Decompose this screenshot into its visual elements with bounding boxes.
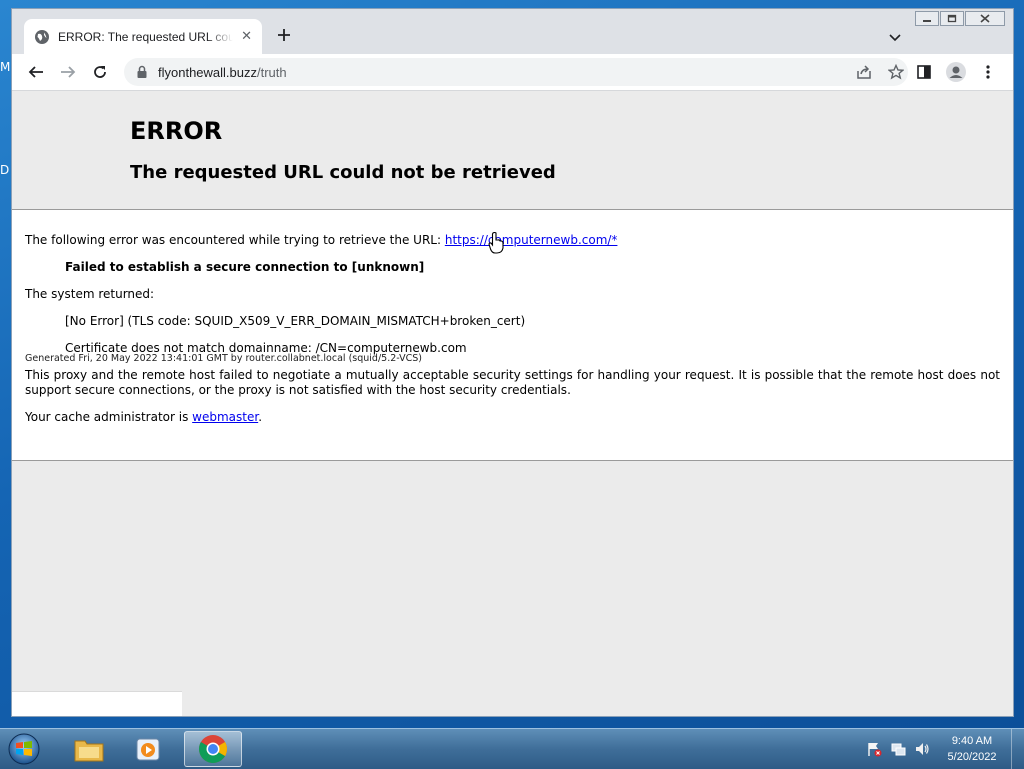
plus-icon xyxy=(278,29,290,41)
restore-icon xyxy=(947,14,957,23)
url-host: flyonthewall.buzz xyxy=(158,64,257,80)
error-page: ERROR The requested URL could not be ret… xyxy=(12,91,1013,716)
admin-prefix: Your cache administrator is xyxy=(25,410,193,424)
restore-button[interactable] xyxy=(940,11,964,26)
chrome-window: ERROR: The requested URL could not be re… xyxy=(11,8,1014,717)
error-content: The following error was encountered whil… xyxy=(12,210,1013,461)
page-title: ERROR xyxy=(130,117,223,145)
taskbar-explorer[interactable] xyxy=(62,731,116,767)
taskbar-chrome[interactable] xyxy=(184,731,242,767)
show-desktop-button[interactable] xyxy=(1011,729,1024,769)
error-title: Failed to establish a secure connection … xyxy=(65,260,425,274)
address-bar[interactable]: flyonthewall.buzz/truth xyxy=(124,58,908,86)
share-icon[interactable] xyxy=(856,64,872,80)
desktop-icon-label[interactable]: M xyxy=(0,60,10,74)
tab-close-icon[interactable]: ✕ xyxy=(241,29,252,44)
profile-button[interactable] xyxy=(946,62,966,82)
side-panel-button[interactable] xyxy=(914,62,934,82)
taskbar: 9:40 AM 5/20/2022 xyxy=(0,728,1024,769)
hand-cursor-icon xyxy=(488,232,504,254)
side-panel-icon xyxy=(917,65,931,79)
action-center-flag-icon[interactable] xyxy=(866,741,882,757)
lock-icon xyxy=(137,65,147,78)
minimize-icon xyxy=(923,19,931,22)
menu-button[interactable] xyxy=(978,62,998,82)
page-subtitle: The requested URL could not be retrieved xyxy=(130,162,556,183)
admin-line: Your cache administrator is webmaster. xyxy=(25,410,262,424)
explanation-text: This proxy and the remote host failed to… xyxy=(25,368,1000,397)
requested-url-link[interactable]: https://computernewb.com/* xyxy=(445,233,618,247)
start-button-icon[interactable] xyxy=(6,732,42,766)
tls-error-text: [No Error] (TLS code: SQUID_X509_V_ERR_D… xyxy=(65,314,526,328)
desktop-icon-label[interactable]: D xyxy=(0,163,9,177)
forward-button[interactable] xyxy=(58,62,78,82)
system-tray xyxy=(866,741,930,757)
tab-search-button[interactable] xyxy=(889,27,901,46)
forward-arrow-icon xyxy=(61,66,76,78)
footer-text: Generated Fri, 20 May 2022 13:41:01 GMT … xyxy=(25,353,422,364)
browser-toolbar: flyonthewall.buzz/truth xyxy=(12,54,1013,91)
intro-line: The following error was encountered whil… xyxy=(25,233,617,247)
admin-suffix: . xyxy=(258,410,263,424)
media-player-icon xyxy=(136,738,160,761)
close-button[interactable] xyxy=(965,11,1005,26)
explorer-icon xyxy=(74,740,104,762)
window-controls xyxy=(915,11,1005,26)
star-icon[interactable] xyxy=(888,64,904,80)
status-bubble xyxy=(12,691,182,716)
volume-icon[interactable] xyxy=(914,741,930,757)
error-header: ERROR The requested URL could not be ret… xyxy=(12,91,1013,210)
system-returned-label: The system returned: xyxy=(25,287,155,301)
taskbar-media-player[interactable] xyxy=(122,731,176,767)
close-icon xyxy=(980,14,990,23)
tab-title: ERROR: The requested URL could not be re… xyxy=(58,29,233,44)
reload-icon xyxy=(94,66,106,78)
chevron-down-icon xyxy=(889,34,901,42)
network-icon[interactable] xyxy=(890,741,906,757)
minimize-button[interactable] xyxy=(915,11,939,26)
globe-icon xyxy=(35,29,49,44)
omnibox-actions xyxy=(856,64,904,80)
more-vert-icon xyxy=(986,65,990,79)
chrome-icon xyxy=(199,735,227,763)
reload-button[interactable] xyxy=(90,62,110,82)
url-path: /truth xyxy=(257,64,287,80)
webmaster-link[interactable]: webmaster xyxy=(192,410,258,424)
intro-text: The following error was encountered whil… xyxy=(25,233,445,247)
back-arrow-icon xyxy=(28,66,43,78)
url-text: flyonthewall.buzz/truth xyxy=(158,65,287,80)
clock-date: 5/20/2022 xyxy=(947,751,997,763)
clock-time: 9:40 AM xyxy=(951,735,993,747)
clock[interactable]: 9:40 AM 5/20/2022 xyxy=(940,733,1004,765)
back-button[interactable] xyxy=(26,62,46,82)
avatar-icon xyxy=(946,62,966,82)
new-tab-button[interactable] xyxy=(274,25,294,45)
browser-tab[interactable]: ERROR: The requested URL could not be re… xyxy=(24,19,262,54)
